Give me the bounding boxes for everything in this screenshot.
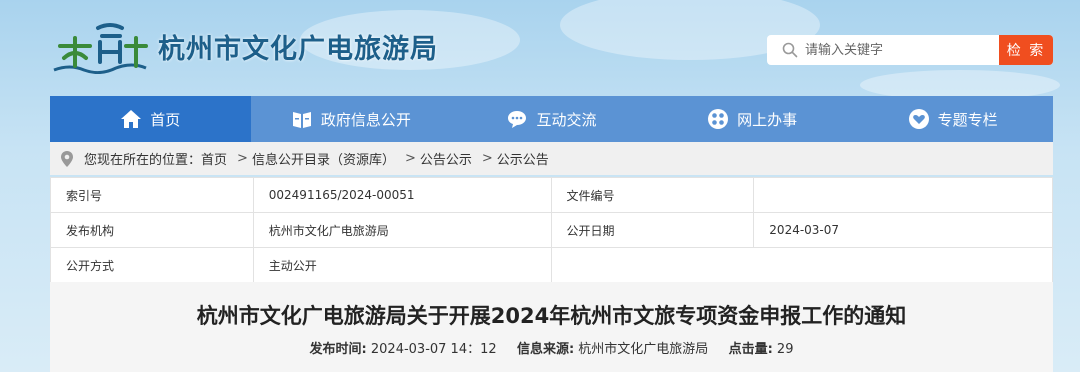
article-header: 杭州市文化广电旅游局关于开展2024年杭州市文旅专项资金申报工作的通知 发布时间…: [50, 282, 1053, 372]
nav-item-online-services[interactable]: 网上办事: [652, 96, 853, 142]
site-name: 杭州市文化广电旅游局: [158, 33, 438, 65]
article-meta: 发布时间: 2024-03-07 14：12 信息来源: 杭州市文化广电旅游局 …: [50, 338, 1053, 357]
location-pin-icon: [60, 150, 74, 168]
breadcrumb-separator: >: [237, 151, 248, 166]
index-no-label: 索引号: [50, 177, 254, 213]
source-label: 信息来源:: [516, 342, 575, 357]
heart-badge-icon: [908, 108, 930, 130]
nav-item-label: 专题专栏: [937, 110, 998, 129]
breadcrumb-item-public-notices[interactable]: 公示公告: [497, 149, 549, 168]
table-row: 公开方式 主动公开: [50, 247, 1054, 283]
site-header: 杭州市文化广电旅游局 检 索: [0, 0, 1080, 96]
nav-item-label: 网上办事: [737, 110, 798, 129]
hits-value: 29: [776, 342, 794, 357]
chat-bubble-icon: [506, 108, 528, 130]
main-nav: 首页 政府信息公开 互动交流 网上办事 专题专栏: [50, 96, 1053, 142]
breadcrumb-item-home[interactable]: 首页: [201, 149, 227, 168]
nav-item-interaction[interactable]: 互动交流: [451, 96, 652, 142]
breadcrumb: 您现在所在的位置： 首页 > 信息公开目录（资源库） > 公告公示 > 公示公告: [50, 142, 1053, 175]
search-input[interactable]: [805, 36, 995, 64]
publish-time-label: 发布时间:: [309, 342, 367, 357]
public-mode-value: 主动公开: [252, 247, 552, 283]
public-mode-label: 公开方式: [50, 247, 254, 283]
breadcrumb-prefix: 您现在所在的位置：: [84, 153, 202, 168]
publisher-label: 发布机构: [50, 212, 254, 248]
nav-item-special-topics[interactable]: 专题专栏: [852, 96, 1053, 142]
search-icon: [775, 35, 805, 65]
article-title: 杭州市文化广电旅游局关于开展2024年杭州市文旅专项资金申报工作的通知: [196, 304, 907, 328]
document-info-table: 索引号 002491165/2024-00051 文件编号 发布机构 杭州市文化…: [50, 177, 1054, 283]
publisher-value: 杭州市文化广电旅游局: [252, 212, 552, 248]
public-date-value: 2024-03-07: [753, 212, 1053, 248]
info-card-icon: [291, 108, 313, 130]
hits-label: 点击量:: [728, 342, 773, 357]
public-date-label: 公开日期: [550, 212, 755, 248]
nav-item-label: 政府信息公开: [320, 110, 411, 129]
site-logo[interactable]: 杭州市文化广电旅游局: [50, 18, 438, 74]
breadcrumb-item-announcements[interactable]: 公告公示: [420, 149, 472, 168]
breadcrumb-item-info-catalog[interactable]: 信息公开目录（资源库）: [252, 149, 395, 168]
search-box: 检 索: [767, 35, 1053, 65]
empty-cell: [550, 247, 1054, 283]
breadcrumb-separator: >: [404, 151, 416, 166]
publish-time-value: 2024-03-07 14：12: [370, 342, 497, 357]
doc-no-label: 文件编号: [550, 177, 755, 213]
search-button[interactable]: 检 索: [999, 35, 1053, 65]
table-row: 发布机构 杭州市文化广电旅游局 公开日期 2024-03-07: [50, 212, 1053, 248]
index-no-value: 002491165/2024-00051: [252, 177, 552, 213]
nav-item-home[interactable]: 首页: [50, 96, 251, 142]
nav-item-gov-info[interactable]: 政府信息公开: [251, 96, 452, 142]
nav-item-label: 互动交流: [536, 110, 597, 129]
doc-no-value: [753, 177, 1053, 213]
grid-apps-icon: [707, 108, 729, 130]
nav-item-label: 首页: [150, 110, 181, 129]
table-row: 索引号 002491165/2024-00051 文件编号: [50, 177, 1053, 213]
home-icon: [120, 108, 142, 130]
logo-emblem-icon: [53, 23, 148, 74]
breadcrumb-separator: >: [481, 151, 493, 166]
source-value: 杭州市文化广电旅游局: [578, 342, 709, 357]
